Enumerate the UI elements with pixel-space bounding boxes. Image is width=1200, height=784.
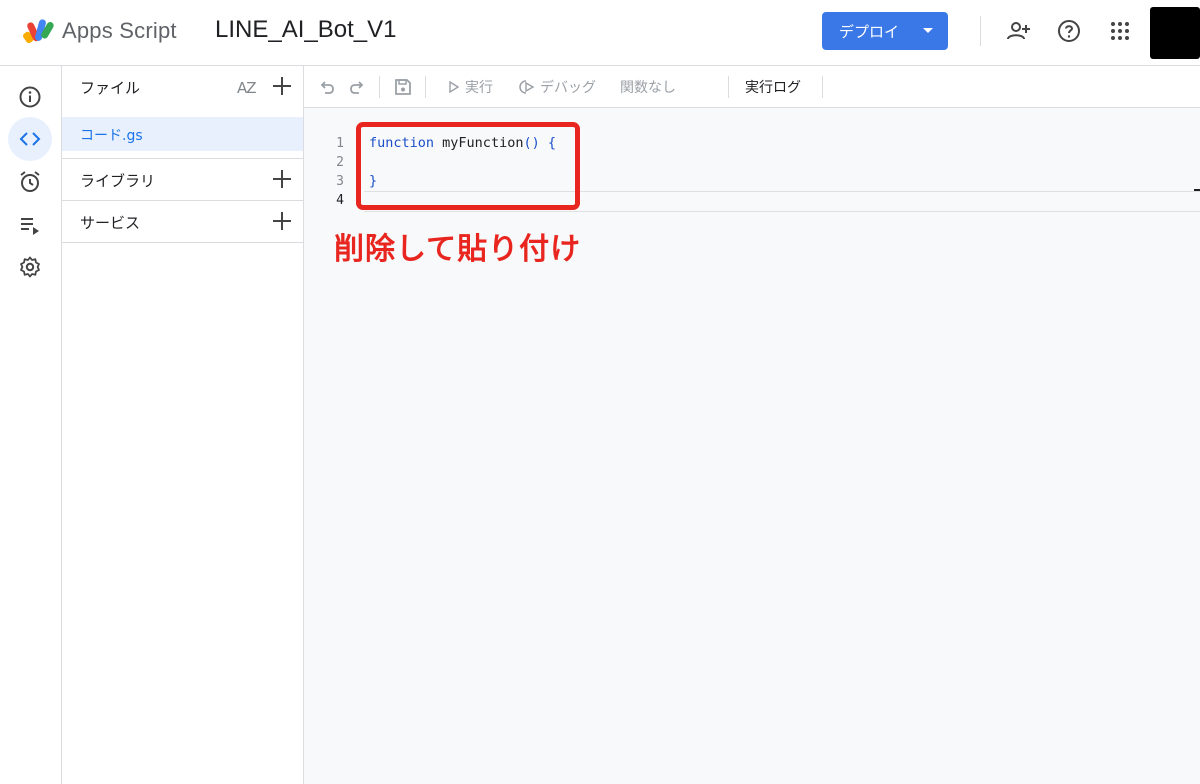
- file-name: コード.gs: [80, 128, 143, 144]
- gear-icon[interactable]: [8, 245, 52, 289]
- function-select[interactable]: 関数なし: [620, 66, 676, 108]
- help-icon[interactable]: [1055, 17, 1083, 45]
- apps-script-logo[interactable]: [22, 16, 56, 46]
- add-file-button[interactable]: [271, 75, 293, 97]
- divider: [62, 242, 303, 243]
- toolbar-divider: [425, 76, 426, 98]
- line-number: 3: [336, 174, 344, 189]
- top-bar: Apps Script LINE_AI_Bot_V1 デプロイ: [0, 0, 1200, 66]
- info-icon[interactable]: [8, 75, 52, 119]
- app-name: Apps Script: [62, 18, 177, 43]
- chevron-down-icon: [923, 28, 933, 33]
- services-label: サービス: [80, 214, 141, 232]
- sort-az-label: AZ: [237, 79, 257, 97]
- apps-grid-icon[interactable]: [1106, 17, 1134, 45]
- function-select-value: 関数なし: [620, 80, 676, 96]
- libraries-label: ライブラリ: [80, 172, 156, 190]
- toolbar-divider: [728, 76, 729, 98]
- debug-button[interactable]: デバッグ: [518, 66, 596, 108]
- services-section-header: サービス: [62, 201, 303, 243]
- annotation-text: 削除して貼り付け: [334, 232, 582, 267]
- project-title[interactable]: LINE_AI_Bot_V1: [215, 16, 396, 44]
- debug-icon: [519, 80, 535, 94]
- sort-az-icon[interactable]: AZ: [235, 77, 259, 97]
- deploy-button[interactable]: デプロイ: [822, 12, 948, 50]
- left-rail: [0, 66, 62, 784]
- run-label: 実行: [465, 80, 493, 96]
- toolbar-divider: [379, 76, 380, 98]
- file-item-code-gs[interactable]: コード.gs: [62, 117, 303, 151]
- files-section-header: ファイル AZ: [62, 66, 303, 108]
- run-button[interactable]: 実行: [448, 66, 493, 108]
- header-divider: [980, 16, 981, 46]
- add-library-button[interactable]: [271, 168, 293, 190]
- debug-label: デバッグ: [540, 80, 596, 96]
- scrollbar-marker[interactable]: [1194, 189, 1200, 191]
- code-icon[interactable]: [8, 117, 52, 161]
- annotation-highlight-box: [356, 122, 580, 210]
- redo-icon[interactable]: [348, 66, 366, 108]
- alarm-clock-icon[interactable]: [8, 160, 52, 204]
- account-avatar[interactable]: [1150, 7, 1200, 59]
- play-icon: [449, 81, 460, 93]
- add-service-button[interactable]: [271, 210, 293, 232]
- code-editor[interactable]: 実行 デバッグ 関数なし 実行ログ 1 2 3 4 function myFun…: [304, 66, 1200, 784]
- execution-log-button[interactable]: 実行ログ: [745, 66, 801, 108]
- list-play-icon[interactable]: [8, 203, 52, 247]
- add-person-icon[interactable]: [1005, 17, 1033, 45]
- undo-icon[interactable]: [318, 66, 336, 108]
- toolbar-divider: [822, 76, 823, 98]
- line-number: 2: [336, 155, 344, 170]
- libraries-section-header: ライブラリ: [62, 159, 303, 201]
- files-label: ファイル: [80, 79, 141, 97]
- line-number: 4: [336, 193, 344, 208]
- save-icon[interactable]: [394, 66, 412, 108]
- editor-toolbar: 実行 デバッグ 関数なし 実行ログ: [304, 66, 1200, 108]
- deploy-button-label: デプロイ: [839, 22, 900, 41]
- execution-log-label: 実行ログ: [745, 80, 801, 96]
- files-panel: ファイル AZ コード.gs ライブラリ サービス: [62, 66, 304, 784]
- line-number: 1: [336, 136, 344, 151]
